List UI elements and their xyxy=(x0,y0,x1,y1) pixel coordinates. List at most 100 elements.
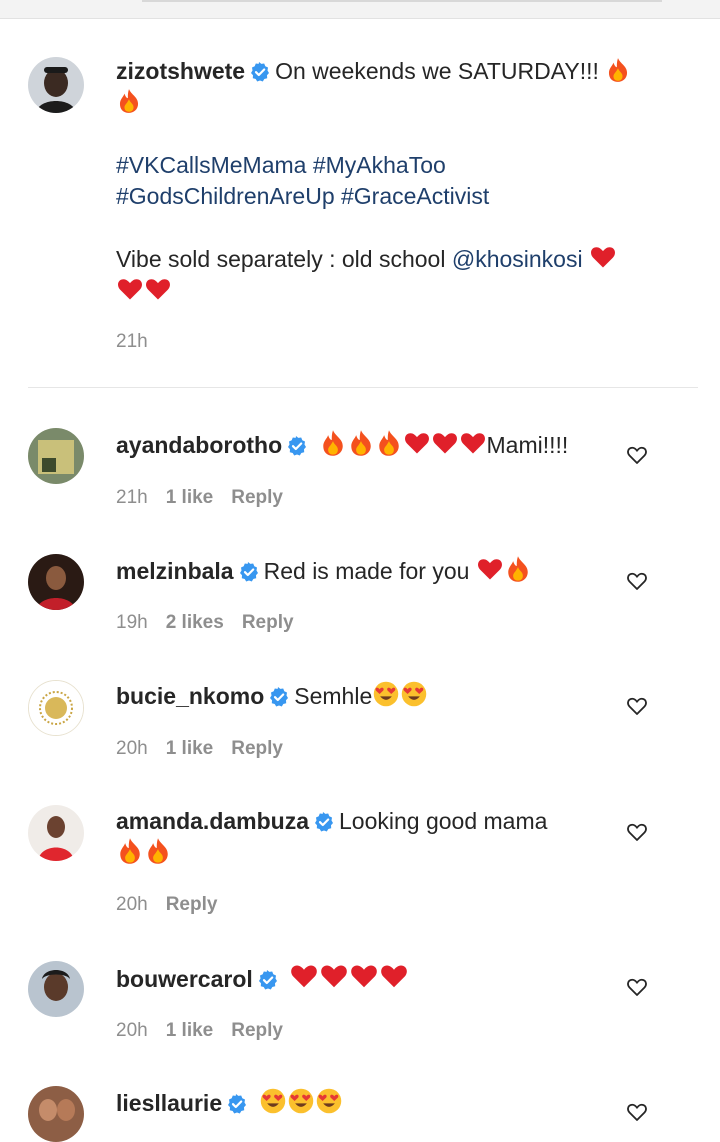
avatar-photo xyxy=(28,57,84,113)
like-heart-icon[interactable] xyxy=(626,695,648,717)
red-heart-emoji xyxy=(146,279,170,300)
like-heart-icon[interactable] xyxy=(626,570,648,592)
like-heart-icon[interactable] xyxy=(626,444,648,466)
verified-badge-icon xyxy=(250,62,271,82)
verified-badge-icon xyxy=(227,1094,248,1114)
comment: melzinbala Red is made for you xyxy=(116,555,646,587)
like-heart-icon[interactable] xyxy=(626,976,648,998)
avatar[interactable] xyxy=(28,680,84,736)
top-input-bar xyxy=(0,0,720,19)
reply-button[interactable]: Reply xyxy=(231,1020,283,1041)
red-heart-emoji xyxy=(291,965,317,988)
heart-eyes-emoji xyxy=(316,1088,341,1114)
heart-eyes-emoji xyxy=(402,681,427,707)
comment-body: Semhle xyxy=(294,683,373,709)
avatar-photo xyxy=(29,681,83,735)
fire-emoji xyxy=(322,430,343,456)
reply-button[interactable]: Reply xyxy=(231,487,283,508)
comment-meta: 20h 1 like Reply xyxy=(116,738,301,760)
red-heart-emoji xyxy=(351,965,377,988)
like-heart-icon[interactable] xyxy=(626,1101,648,1123)
fire-emoji xyxy=(148,838,168,864)
vibe-text: Vibe sold separately : old school xyxy=(116,246,452,272)
verified-badge-icon xyxy=(287,436,308,456)
red-heart-emoji xyxy=(477,559,502,580)
avatar-photo xyxy=(28,805,84,861)
like-heart-icon[interactable] xyxy=(626,821,648,843)
divider xyxy=(28,387,698,388)
comment-body: Red is made for you xyxy=(263,558,470,584)
comment-username[interactable]: ayandaborotho xyxy=(116,432,282,458)
avatar[interactable] xyxy=(28,961,84,1017)
caption-hashtags-2[interactable]: #GodsChildrenAreUp #GraceActivist xyxy=(116,181,646,212)
comment-time: 20h xyxy=(116,894,148,915)
caption-meta: 21h xyxy=(116,331,166,353)
reply-button[interactable]: Reply xyxy=(231,738,283,759)
comment: bucie_nkomo Semhle xyxy=(116,680,646,712)
caption-hashtags-1[interactable]: #VKCallsMeMama #MyAkhaToo xyxy=(116,150,646,181)
comment-likes[interactable]: 1 like xyxy=(166,738,214,759)
comment: bouwercarol xyxy=(116,961,646,995)
comment-likes[interactable]: 1 like xyxy=(166,1020,214,1041)
comment-username[interactable]: liesllaurie xyxy=(116,1090,222,1116)
avatar[interactable] xyxy=(28,428,84,484)
verified-badge-icon xyxy=(238,562,259,582)
hashtags-line-1[interactable]: #VKCallsMeMama #MyAkhaToo xyxy=(116,152,446,178)
reply-button[interactable]: Reply xyxy=(166,894,218,915)
reply-button[interactable]: Reply xyxy=(242,612,294,633)
avatar[interactable] xyxy=(28,57,84,113)
red-heart-emoji xyxy=(118,279,142,300)
red-heart-emoji xyxy=(321,965,347,988)
fire-emoji xyxy=(119,89,139,113)
comment: liesllaurie xyxy=(116,1087,646,1119)
avatar-photo xyxy=(28,1086,84,1142)
top-bar-line xyxy=(142,0,662,2)
mention-link[interactable]: @khosinkosi xyxy=(452,246,583,272)
heart-eyes-emoji xyxy=(374,681,399,707)
fire-emoji xyxy=(609,58,628,82)
red-heart-emoji xyxy=(404,433,429,454)
comment-meta: 20h 1 like Reply xyxy=(116,1020,301,1042)
comment-username[interactable]: melzinbala xyxy=(116,558,234,584)
comment-username[interactable]: bucie_nkomo xyxy=(116,683,264,709)
avatar[interactable] xyxy=(28,1086,84,1142)
avatar-photo xyxy=(28,554,84,610)
fire-emoji xyxy=(350,430,371,456)
red-heart-emoji xyxy=(381,965,407,988)
comment-likes[interactable]: 1 like xyxy=(166,487,214,508)
fire-emoji xyxy=(378,430,399,456)
avatar-photo xyxy=(28,428,84,484)
comment-meta: 20h Reply xyxy=(116,894,235,916)
comment-body: Looking good mama xyxy=(339,808,548,834)
hashtags-line-2[interactable]: #GodsChildrenAreUp #GraceActivist xyxy=(116,183,489,209)
caption-vibe: Vibe sold separately : old school @khosi… xyxy=(116,243,646,307)
red-heart-emoji xyxy=(590,247,615,268)
heart-eyes-emoji xyxy=(260,1088,285,1114)
comment-time: 21h xyxy=(116,487,148,508)
avatar[interactable] xyxy=(28,805,84,861)
comment-time: 20h xyxy=(116,738,148,759)
comment: amanda.dambuza Looking good mama xyxy=(116,806,646,869)
fire-emoji xyxy=(120,838,140,864)
avatar[interactable] xyxy=(28,554,84,610)
fire-emoji xyxy=(508,556,528,582)
comment-meta: 21h 1 like Reply xyxy=(116,487,301,509)
caption-username[interactable]: zizotshwete xyxy=(116,58,245,84)
comment-time: 20h xyxy=(116,1020,148,1041)
caption: zizotshwete On weekends we SATURDAY!!! xyxy=(116,56,646,118)
verified-badge-icon xyxy=(269,687,290,707)
comment-username[interactable]: amanda.dambuza xyxy=(116,808,309,834)
comment-likes[interactable]: 2 likes xyxy=(166,612,224,633)
verified-badge-icon xyxy=(314,812,334,832)
heart-eyes-emoji xyxy=(288,1088,313,1114)
comment-time: 19h xyxy=(116,612,148,633)
comment-meta: 19h 2 likes Reply xyxy=(116,612,312,634)
comment: ayandaborotho Mami!!!! xyxy=(116,429,646,461)
comment-username[interactable]: bouwercarol xyxy=(116,966,253,992)
avatar-photo xyxy=(28,961,84,1017)
red-heart-emoji xyxy=(432,433,457,454)
comment-body: Mami!!!! xyxy=(486,432,569,458)
red-heart-emoji xyxy=(460,433,485,454)
verified-badge-icon xyxy=(257,970,278,990)
caption-line1: On weekends we SATURDAY!!! xyxy=(275,58,599,84)
